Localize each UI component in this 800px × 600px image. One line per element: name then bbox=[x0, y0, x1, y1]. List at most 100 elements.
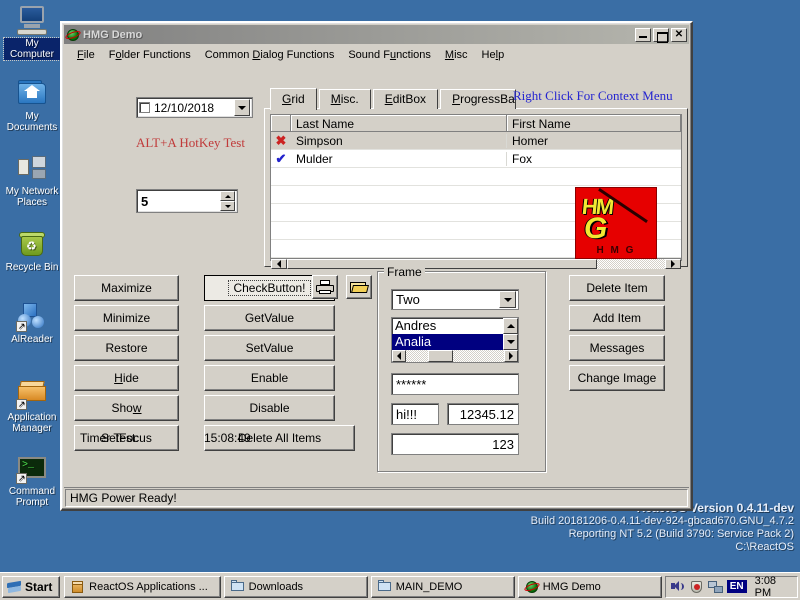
menu-item-help[interactable]: Help bbox=[475, 47, 512, 63]
scroll-left-button[interactable] bbox=[392, 350, 406, 362]
table-row[interactable]: ✔ Mulder Fox bbox=[271, 150, 681, 168]
tab-progressbar[interactable]: ProgressBa bbox=[440, 89, 516, 109]
grid-header-last-name[interactable]: Last Name bbox=[291, 115, 507, 132]
messages-button[interactable]: Messages bbox=[569, 335, 665, 361]
maximize-button[interactable] bbox=[653, 27, 669, 43]
language-indicator[interactable]: EN bbox=[726, 580, 747, 593]
scrollbar-thumb[interactable] bbox=[427, 350, 454, 362]
desktop-icon-my-network-places[interactable]: My Network Places bbox=[4, 152, 60, 208]
tab-misc[interactable]: Misc. bbox=[318, 89, 371, 109]
combo-box[interactable]: Two bbox=[391, 289, 519, 310]
desktop-icon-label: My Computer bbox=[3, 37, 61, 61]
tab-strip[interactable]: Grid Misc. EditBox ProgressBa Right Clic… bbox=[264, 87, 688, 110]
arrow-down-icon bbox=[506, 340, 515, 344]
integer-field[interactable]: 123 bbox=[391, 433, 519, 455]
grid-horizontal-scrollbar[interactable] bbox=[271, 258, 681, 269]
spinner-down-button[interactable] bbox=[220, 201, 235, 211]
row-mark-icon[interactable]: ✔ bbox=[271, 151, 291, 167]
arrow-left-icon bbox=[277, 260, 281, 268]
open-folder-button[interactable] bbox=[346, 275, 372, 299]
window-controls[interactable]: ✕ bbox=[635, 27, 687, 43]
desktop-icon-command-prompt[interactable]: >_ ↗ Command Prompt bbox=[4, 452, 60, 508]
taskbar-clock[interactable]: 3:08 PM bbox=[751, 575, 793, 599]
password-field[interactable]: ****** bbox=[391, 373, 519, 395]
scrollbar-track[interactable] bbox=[287, 259, 665, 269]
hmg-demo-window[interactable]: HMG Demo ✕ FFileile Folder Functions Com… bbox=[60, 21, 693, 511]
date-picker-dropdown-button[interactable] bbox=[234, 99, 250, 116]
date-picker[interactable]: 12/10/2018 bbox=[136, 97, 253, 118]
enable-button[interactable]: Enable bbox=[204, 365, 335, 391]
maximize-action-button[interactable]: Maximize bbox=[74, 275, 179, 301]
list-item[interactable]: Andres bbox=[392, 318, 518, 334]
desktop-icon-application-manager[interactable]: ↗ Application Manager bbox=[4, 378, 60, 434]
taskbar-item-label: Downloads bbox=[248, 580, 304, 593]
scroll-down-button[interactable] bbox=[503, 334, 518, 350]
table-row[interactable] bbox=[271, 168, 681, 186]
grid-header-first-name[interactable]: First Name bbox=[507, 115, 681, 132]
taskbar-item-main-demo[interactable]: MAIN_DEMO bbox=[370, 575, 515, 598]
date-picker-checkbox[interactable] bbox=[139, 102, 150, 113]
window-titlebar[interactable]: HMG Demo ✕ bbox=[64, 25, 689, 44]
close-button[interactable]: ✕ bbox=[671, 27, 687, 42]
getvalue-button[interactable]: GetValue bbox=[204, 305, 335, 331]
list-box[interactable]: Andres Analia bbox=[391, 317, 519, 363]
start-button[interactable]: Start bbox=[2, 575, 61, 598]
spinner-input[interactable]: 5 bbox=[136, 189, 238, 213]
spinner-up-button[interactable] bbox=[220, 191, 235, 201]
list-item[interactable]: Analia bbox=[392, 334, 518, 350]
desktop-icon-my-documents[interactable]: My Documents bbox=[4, 77, 60, 133]
scroll-left-button[interactable] bbox=[271, 259, 287, 269]
restore-action-button[interactable]: Restore bbox=[74, 335, 179, 361]
tab-grid[interactable]: Grid bbox=[270, 88, 317, 110]
grid-header-mark[interactable] bbox=[271, 115, 291, 132]
desktop-icon-recycle-bin[interactable]: ♻ Recycle Bin bbox=[4, 228, 60, 273]
menu-item-common-dialog-functions[interactable]: Common Dialog Functions bbox=[198, 47, 342, 63]
desktop-icon-alreader[interactable]: ↗ AlReader bbox=[4, 300, 60, 345]
hotkey-test-label: ALT+A HotKey Test bbox=[136, 135, 245, 150]
menu-item-misc[interactable]: Misc bbox=[438, 47, 475, 63]
menu-item-file[interactable]: FFileile bbox=[70, 47, 102, 63]
desktop-icon-my-computer[interactable]: My Computer bbox=[3, 4, 61, 61]
tab-editbox[interactable]: EditBox bbox=[372, 89, 439, 109]
minimize-action-button[interactable]: Minimize bbox=[74, 305, 179, 331]
scroll-up-button[interactable] bbox=[503, 318, 518, 334]
show-action-button[interactable]: Show bbox=[74, 395, 179, 421]
spinner-buttons[interactable] bbox=[220, 191, 235, 211]
setvalue-button[interactable]: SetValue bbox=[204, 335, 335, 361]
system-tray[interactable]: EN 3:08 PM bbox=[664, 575, 799, 599]
list-box-items[interactable]: Andres Analia bbox=[392, 318, 518, 350]
scrollbar-track[interactable] bbox=[406, 350, 504, 362]
button-label: Messages bbox=[589, 341, 645, 355]
arrow-up-icon bbox=[224, 194, 231, 198]
table-row[interactable]: ✖ Simpson Homer bbox=[271, 132, 681, 150]
network-icon[interactable] bbox=[707, 580, 723, 594]
change-image-button[interactable]: Change Image bbox=[569, 365, 665, 391]
list-box-horizontal-scrollbar[interactable] bbox=[392, 350, 518, 362]
taskbar-item-reactos-applications[interactable]: ReactOS Applications ... bbox=[64, 575, 221, 598]
scroll-right-button[interactable] bbox=[665, 259, 681, 269]
security-icon[interactable] bbox=[689, 580, 704, 594]
combo-box-dropdown-button[interactable] bbox=[499, 291, 516, 308]
context-menu-hint: Right Click For Context Menu bbox=[513, 88, 673, 103]
menu-item-sound-functions[interactable]: Sound Functions bbox=[341, 47, 438, 63]
minimize-button[interactable] bbox=[635, 27, 651, 42]
print-button[interactable] bbox=[312, 275, 338, 299]
taskbar[interactable]: Start ReactOS Applications ... Downloads… bbox=[0, 572, 800, 600]
list-box-vertical-scrollbar[interactable] bbox=[503, 318, 518, 350]
text-field[interactable]: hi!!! bbox=[391, 403, 439, 425]
taskbar-item-hmg-demo[interactable]: HMG Demo bbox=[517, 575, 662, 598]
app-manager-icon bbox=[71, 580, 85, 594]
volume-icon[interactable] bbox=[670, 580, 685, 594]
scrollbar-thumb[interactable] bbox=[287, 259, 597, 269]
disable-button[interactable]: Disable bbox=[204, 395, 335, 421]
menubar[interactable]: FFileile Folder Functions Common Dialog … bbox=[64, 45, 689, 64]
menu-item-folder-functions[interactable]: Folder Functions bbox=[102, 47, 198, 63]
hide-action-button[interactable]: Hide bbox=[74, 365, 179, 391]
numeric-field[interactable]: 12345.12 bbox=[447, 403, 519, 425]
add-item-button[interactable]: Add Item bbox=[569, 305, 665, 331]
hmg-logo-image[interactable]: HM G H M G bbox=[575, 187, 657, 259]
taskbar-item-downloads[interactable]: Downloads bbox=[223, 575, 368, 598]
scroll-right-button[interactable] bbox=[504, 350, 518, 362]
row-mark-icon[interactable]: ✖ bbox=[271, 133, 291, 149]
delete-item-button[interactable]: Delete Item bbox=[569, 275, 665, 301]
